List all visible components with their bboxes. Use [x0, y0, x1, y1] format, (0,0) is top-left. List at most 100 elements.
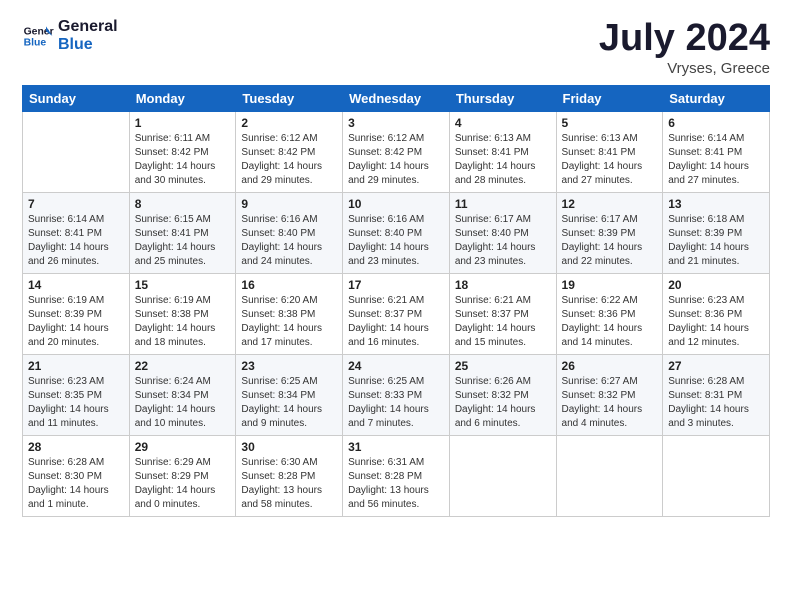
cell-content: Sunrise: 6:16 AM Sunset: 8:40 PM Dayligh…	[348, 213, 444, 269]
day-number: 31	[348, 440, 444, 454]
calendar-cell: 6 Sunrise: 6:14 AM Sunset: 8:41 PM Daylig…	[663, 111, 770, 192]
day-number: 21	[28, 359, 124, 373]
logo-blue: Blue	[58, 36, 118, 54]
cell-content: Sunrise: 6:14 AM Sunset: 8:41 PM Dayligh…	[668, 132, 764, 188]
cell-content: Sunrise: 6:21 AM Sunset: 8:37 PM Dayligh…	[348, 294, 444, 350]
day-number: 30	[241, 440, 337, 454]
calendar-cell: 8 Sunrise: 6:15 AM Sunset: 8:41 PM Daylig…	[129, 192, 236, 273]
day-number: 1	[135, 116, 231, 130]
day-number: 11	[455, 197, 551, 211]
col-header-tuesday: Tuesday	[236, 85, 343, 111]
calendar-cell: 20Sunrise: 6:23 AM Sunset: 8:36 PM Dayli…	[663, 273, 770, 354]
calendar-cell	[23, 111, 130, 192]
cell-content: Sunrise: 6:12 AM Sunset: 8:42 PM Dayligh…	[241, 132, 337, 188]
header-row: SundayMondayTuesdayWednesdayThursdayFrid…	[23, 85, 770, 111]
week-row-4: 21 Sunrise: 6:23 AM Sunset: 8:35 PM Dayli…	[23, 354, 770, 435]
calendar-cell: 29Sunrise: 6:29 AM Sunset: 8:29 PM Dayli…	[129, 435, 236, 516]
calendar-cell: 14Sunrise: 6:19 AM Sunset: 8:39 PM Dayli…	[23, 273, 130, 354]
calendar-cell: 10 Sunrise: 6:16 AM Sunset: 8:40 PM Dayli…	[343, 192, 450, 273]
page: General Blue General Blue July 2024 Vrys…	[0, 0, 792, 527]
calendar-cell: 25 Sunrise: 6:26 AM Sunset: 8:32 PM Dayli…	[449, 354, 556, 435]
svg-text:Blue: Blue	[24, 38, 47, 49]
day-number: 4	[455, 116, 551, 130]
calendar-cell: 26 Sunrise: 6:27 AM Sunset: 8:32 PM Dayli…	[556, 354, 663, 435]
calendar-cell: 13 Sunrise: 6:18 AM Sunset: 8:39 PM Dayli…	[663, 192, 770, 273]
col-header-friday: Friday	[556, 85, 663, 111]
cell-content: Sunrise: 6:20 AM Sunset: 8:38 PM Dayligh…	[241, 294, 337, 350]
cell-content: Sunrise: 6:26 AM Sunset: 8:32 PM Dayligh…	[455, 375, 551, 431]
main-title: July 2024	[599, 18, 770, 60]
calendar-cell: 22Sunrise: 6:24 AM Sunset: 8:34 PM Dayli…	[129, 354, 236, 435]
cell-content: Sunrise: 6:16 AM Sunset: 8:40 PM Dayligh…	[241, 213, 337, 269]
cell-content: Sunrise: 6:13 AM Sunset: 8:41 PM Dayligh…	[562, 132, 658, 188]
calendar-cell: 31 Sunrise: 6:31 AM Sunset: 8:28 PM Dayli…	[343, 435, 450, 516]
cell-content: Sunrise: 6:22 AM Sunset: 8:36 PM Dayligh…	[562, 294, 658, 350]
logo-general: General	[58, 18, 118, 36]
header: General Blue General Blue July 2024 Vrys…	[22, 18, 770, 77]
cell-content: Sunrise: 6:15 AM Sunset: 8:41 PM Dayligh…	[135, 213, 231, 269]
day-number: 18	[455, 278, 551, 292]
day-number: 2	[241, 116, 337, 130]
week-row-5: 28Sunrise: 6:28 AM Sunset: 8:30 PM Dayli…	[23, 435, 770, 516]
day-number: 24	[348, 359, 444, 373]
col-header-wednesday: Wednesday	[343, 85, 450, 111]
cell-content: Sunrise: 6:18 AM Sunset: 8:39 PM Dayligh…	[668, 213, 764, 269]
calendar-cell: 7Sunrise: 6:14 AM Sunset: 8:41 PM Daylig…	[23, 192, 130, 273]
day-number: 12	[562, 197, 658, 211]
col-header-saturday: Saturday	[663, 85, 770, 111]
cell-content: Sunrise: 6:19 AM Sunset: 8:39 PM Dayligh…	[28, 294, 124, 350]
calendar-cell: 4Sunrise: 6:13 AM Sunset: 8:41 PM Daylig…	[449, 111, 556, 192]
day-number: 6	[668, 116, 764, 130]
calendar-cell: 15Sunrise: 6:19 AM Sunset: 8:38 PM Dayli…	[129, 273, 236, 354]
cell-content: Sunrise: 6:31 AM Sunset: 8:28 PM Dayligh…	[348, 456, 444, 512]
day-number: 17	[348, 278, 444, 292]
day-number: 7	[28, 197, 124, 211]
day-number: 8	[135, 197, 231, 211]
col-header-sunday: Sunday	[23, 85, 130, 111]
col-header-thursday: Thursday	[449, 85, 556, 111]
calendar-cell: 2 Sunrise: 6:12 AM Sunset: 8:42 PM Daylig…	[236, 111, 343, 192]
title-block: July 2024 Vryses, Greece	[599, 18, 770, 77]
cell-content: Sunrise: 6:19 AM Sunset: 8:38 PM Dayligh…	[135, 294, 231, 350]
day-number: 13	[668, 197, 764, 211]
calendar-cell	[663, 435, 770, 516]
calendar-cell: 17 Sunrise: 6:21 AM Sunset: 8:37 PM Dayli…	[343, 273, 450, 354]
week-row-2: 7Sunrise: 6:14 AM Sunset: 8:41 PM Daylig…	[23, 192, 770, 273]
cell-content: Sunrise: 6:12 AM Sunset: 8:42 PM Dayligh…	[348, 132, 444, 188]
day-number: 3	[348, 116, 444, 130]
cell-content: Sunrise: 6:23 AM Sunset: 8:36 PM Dayligh…	[668, 294, 764, 350]
cell-content: Sunrise: 6:30 AM Sunset: 8:28 PM Dayligh…	[241, 456, 337, 512]
day-number: 23	[241, 359, 337, 373]
day-number: 26	[562, 359, 658, 373]
cell-content: Sunrise: 6:11 AM Sunset: 8:42 PM Dayligh…	[135, 132, 231, 188]
cell-content: Sunrise: 6:23 AM Sunset: 8:35 PM Dayligh…	[28, 375, 124, 431]
day-number: 10	[348, 197, 444, 211]
calendar-table: SundayMondayTuesdayWednesdayThursdayFrid…	[22, 85, 770, 517]
calendar-cell	[449, 435, 556, 516]
calendar-cell: 1 Sunrise: 6:11 AM Sunset: 8:42 PM Daylig…	[129, 111, 236, 192]
calendar-cell	[556, 435, 663, 516]
cell-content: Sunrise: 6:25 AM Sunset: 8:33 PM Dayligh…	[348, 375, 444, 431]
cell-content: Sunrise: 6:27 AM Sunset: 8:32 PM Dayligh…	[562, 375, 658, 431]
day-number: 22	[135, 359, 231, 373]
calendar-cell: 5 Sunrise: 6:13 AM Sunset: 8:41 PM Daylig…	[556, 111, 663, 192]
day-number: 29	[135, 440, 231, 454]
cell-content: Sunrise: 6:25 AM Sunset: 8:34 PM Dayligh…	[241, 375, 337, 431]
calendar-cell: 18 Sunrise: 6:21 AM Sunset: 8:37 PM Dayli…	[449, 273, 556, 354]
day-number: 5	[562, 116, 658, 130]
cell-content: Sunrise: 6:17 AM Sunset: 8:40 PM Dayligh…	[455, 213, 551, 269]
calendar-cell: 23 Sunrise: 6:25 AM Sunset: 8:34 PM Dayli…	[236, 354, 343, 435]
calendar-cell: 3 Sunrise: 6:12 AM Sunset: 8:42 PM Daylig…	[343, 111, 450, 192]
cell-content: Sunrise: 6:21 AM Sunset: 8:37 PM Dayligh…	[455, 294, 551, 350]
week-row-1: 1 Sunrise: 6:11 AM Sunset: 8:42 PM Daylig…	[23, 111, 770, 192]
calendar-cell: 12Sunrise: 6:17 AM Sunset: 8:39 PM Dayli…	[556, 192, 663, 273]
calendar-cell: 11 Sunrise: 6:17 AM Sunset: 8:40 PM Dayli…	[449, 192, 556, 273]
day-number: 16	[241, 278, 337, 292]
col-header-monday: Monday	[129, 85, 236, 111]
week-row-3: 14Sunrise: 6:19 AM Sunset: 8:39 PM Dayli…	[23, 273, 770, 354]
logo: General Blue General Blue	[22, 18, 118, 55]
calendar-cell: 21 Sunrise: 6:23 AM Sunset: 8:35 PM Dayli…	[23, 354, 130, 435]
day-number: 25	[455, 359, 551, 373]
day-number: 19	[562, 278, 658, 292]
calendar-cell: 27Sunrise: 6:28 AM Sunset: 8:31 PM Dayli…	[663, 354, 770, 435]
